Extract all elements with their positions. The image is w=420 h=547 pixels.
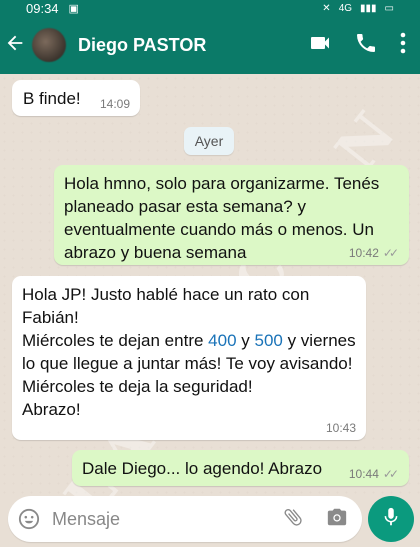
message-time: 10:42 [348, 246, 379, 260]
message-line: Miércoles te dejan entre 400 y 500 y vie… [22, 331, 356, 373]
emoji-icon[interactable] [18, 508, 40, 530]
mute-icon: ✕ [322, 2, 331, 14]
network-type: 4G [338, 2, 353, 14]
paperclip-icon[interactable] [282, 505, 304, 534]
read-receipt-icon: ✓✓ [382, 467, 399, 481]
signal-icon: ▮▮▮ [360, 2, 377, 14]
avatar[interactable] [32, 28, 66, 62]
message-line: Abrazo! [22, 400, 81, 419]
phone-icon[interactable] [354, 31, 378, 60]
message-line: Hola JP! Justo hablé hace un rato con Fa… [22, 285, 310, 327]
more-vert-icon[interactable] [400, 32, 406, 59]
message-text: Hola hmno, solo para organizarme. Tenés … [64, 174, 380, 262]
status-icons: ✕ 4G ▮▮▮ ▭ [322, 3, 394, 14]
message-time: 10:44 [348, 467, 379, 481]
contact-name[interactable]: Diego PASTOR [78, 35, 206, 56]
video-call-icon[interactable] [308, 31, 332, 60]
message-incoming[interactable]: Hola JP! Justo hablé hace un rato con Fa… [12, 276, 366, 440]
microphone-icon [380, 505, 402, 534]
camera-icon[interactable] [326, 506, 348, 533]
chat-header: Diego PASTOR [0, 16, 420, 74]
message-text: B finde! [23, 89, 81, 108]
back-arrow-icon[interactable] [4, 32, 30, 59]
status-time: 09:34 [26, 0, 59, 16]
message-input[interactable]: Mensaje [52, 509, 120, 530]
message-time: 14:09 [99, 97, 130, 111]
notification-icon: ▣ [68, 2, 79, 15]
read-receipt-icon: ✓✓ [382, 246, 399, 260]
status-bar: 09:34 ▣ ✕ 4G ▮▮▮ ▭ [0, 0, 420, 16]
battery-icon: ▭ [384, 2, 394, 14]
date-divider: Ayer [184, 127, 234, 155]
microphone-button[interactable] [368, 496, 414, 542]
message-incoming[interactable]: B finde! 14:09 [12, 80, 140, 116]
message-composer[interactable]: Mensaje [8, 496, 362, 542]
message-time: 10:43 [325, 421, 356, 435]
message-text: Dale Diego... lo agendo! Abrazo [82, 459, 323, 478]
number-link[interactable]: 400 [208, 331, 236, 350]
message-outgoing[interactable]: Dale Diego... lo agendo! Abrazo 10:44 ✓✓ [72, 450, 409, 486]
message-outgoing[interactable]: Hola hmno, solo para organizarme. Tenés … [54, 165, 409, 265]
message-line: Miércoles te deja la seguridad! [22, 377, 253, 396]
number-link[interactable]: 500 [254, 331, 282, 350]
